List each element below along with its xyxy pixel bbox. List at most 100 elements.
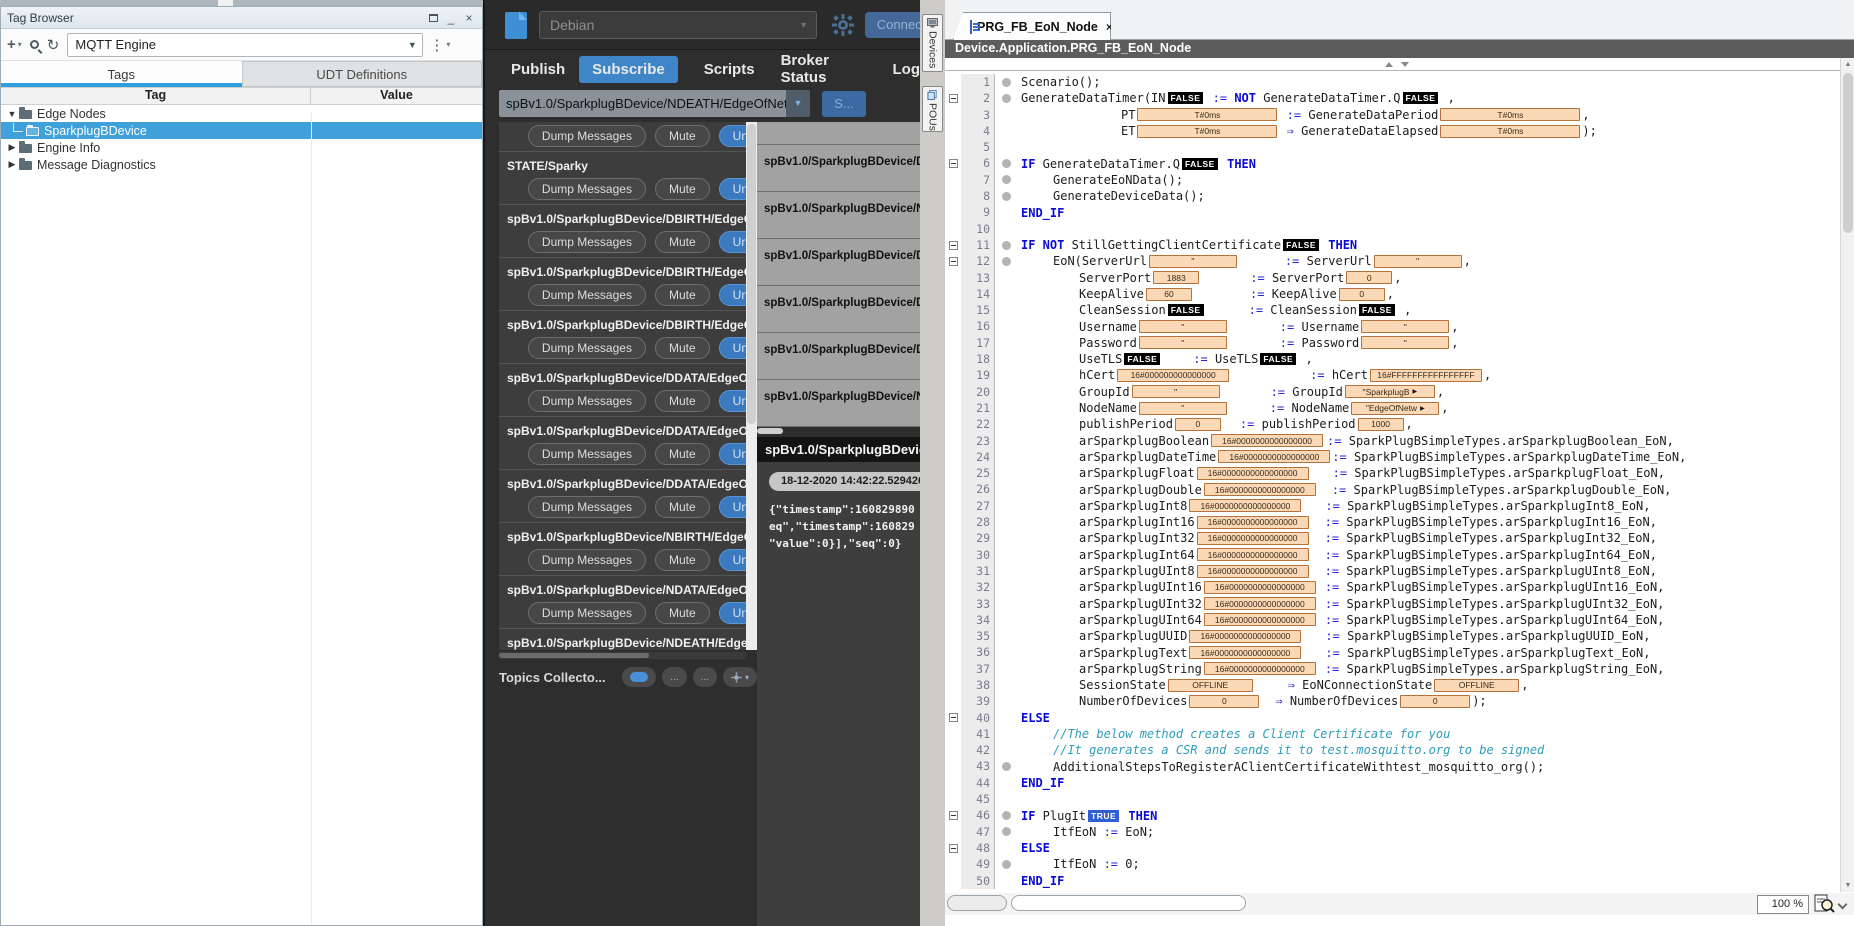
- code-line[interactable]: 44END_IF: [945, 775, 1840, 791]
- code-area[interactable]: 1Scenario();2GenerateDataTimer(INFALSE :…: [945, 74, 1840, 892]
- mqtt-tab-publish[interactable]: Publish: [511, 61, 565, 78]
- code-line[interactable]: 25arSparkplugFloat16#0000000000000000:= …: [945, 465, 1840, 481]
- expand-value-icon[interactable]: ▶: [1420, 405, 1425, 412]
- message-row[interactable]: spBv1.0/SparkplugBDevice/DDAT: [757, 239, 920, 286]
- dump-button[interactable]: Dump Messages: [528, 496, 646, 518]
- subscription-row[interactable]: spBv1.0/SparkplugBDevice/NBIRTH/EdgeOfNe…: [499, 523, 746, 576]
- topic-combo[interactable]: spBv1.0/SparkplugBDevice/NDEATH/EdgeOfNe…: [499, 90, 810, 117]
- add-tag-button[interactable]: +▾: [7, 36, 22, 53]
- subscription-row[interactable]: spBv1.0/SparkplugBDevice/DBIRTH/EdgeOfNe…: [499, 205, 746, 258]
- unsub-button[interactable]: Uns: [719, 602, 746, 624]
- selected-message-header[interactable]: spBv1.0/SparkplugBDevice.: [757, 437, 920, 462]
- dump-button[interactable]: Dump Messages: [528, 602, 646, 624]
- unsub-button[interactable]: Uns: [719, 231, 746, 253]
- code-line[interactable]: 50END_IF: [945, 873, 1840, 889]
- execution-point-icon[interactable]: [1002, 257, 1011, 266]
- subscription-scrollbar[interactable]: [746, 122, 757, 650]
- subscription-row[interactable]: STATE/SparkyDump MessagesMuteUns: [499, 152, 746, 205]
- tab-tags[interactable]: Tags: [1, 61, 242, 87]
- execution-point-icon[interactable]: [1002, 811, 1011, 820]
- dump-button[interactable]: Dump Messages: [528, 231, 646, 253]
- mute-button[interactable]: Mute: [655, 496, 710, 518]
- code-line[interactable]: 41//The below method creates a Client Ce…: [945, 726, 1840, 742]
- dump-button[interactable]: Dump Messages: [528, 125, 646, 147]
- code-line[interactable]: 46IF PlugItTRUE THEN: [945, 807, 1840, 823]
- unsub-button[interactable]: Uns: [719, 390, 746, 412]
- hscrollbar-thumb[interactable]: [947, 895, 1007, 911]
- column-header-tag[interactable]: Tag: [1, 88, 311, 104]
- mute-button[interactable]: Mute: [655, 337, 710, 359]
- mqtt-tab-log[interactable]: Log: [893, 61, 921, 78]
- subscription-row[interactable]: spBv1.0/SparkplugBDevice/DDATA/EdgeOfNet…: [499, 364, 746, 417]
- mute-button[interactable]: Mute: [655, 231, 710, 253]
- close-tab-icon[interactable]: ×: [1106, 20, 1113, 34]
- messages-hscroll-thumb[interactable]: [757, 428, 783, 434]
- dump-button[interactable]: Dump Messages: [528, 337, 646, 359]
- unsub-button[interactable]: Uns: [719, 496, 746, 518]
- broker-profile-combo[interactable]: Debian ▼: [539, 11, 817, 39]
- mqtt-tab-scripts[interactable]: Scripts: [704, 61, 755, 78]
- tree-row-edge-nodes[interactable]: ▼Edge Nodes: [1, 105, 482, 122]
- subscription-row[interactable]: spBv1.0/SparkplugBDevice/DBIRTH/EdgeOfNe…: [499, 258, 746, 311]
- expand-value-icon[interactable]: ▶: [1413, 388, 1418, 395]
- code-line[interactable]: 13ServerPort1883:= ServerPort0,: [945, 270, 1840, 286]
- dump-button[interactable]: Dump Messages: [528, 178, 646, 200]
- code-line[interactable]: 1Scenario();: [945, 74, 1840, 90]
- code-line[interactable]: 32arSparkplugUInt1616#0000000000000000:=…: [945, 579, 1840, 595]
- collector-more-button[interactable]: ...: [662, 667, 686, 687]
- mute-button[interactable]: Mute: [655, 125, 710, 147]
- collector-more-button-2[interactable]: ...: [693, 667, 717, 687]
- message-row[interactable]: spBv1.0/SparkplugBDevice/DDAT: [757, 286, 920, 333]
- unsub-button[interactable]: Uns: [719, 337, 746, 359]
- zoom-level-box[interactable]: 100 %: [1757, 895, 1809, 914]
- code-line[interactable]: 15CleanSessionFALSE:= CleanSessionFALSE …: [945, 302, 1840, 318]
- code-line[interactable]: 11IF NOT StillGettingClientCertificateFA…: [945, 237, 1840, 253]
- search-icon[interactable]: [30, 40, 39, 49]
- subscription-row[interactable]: spBv1.0/SparkplugBDevice/DBIRTH/EdgeOfNe…: [499, 122, 746, 152]
- code-line[interactable]: 48ELSE: [945, 840, 1840, 856]
- code-line[interactable]: 35arSparkplugUUID16#0000000000000000:= S…: [945, 628, 1840, 644]
- mqtt-tab-broker-status[interactable]: Broker Status: [781, 52, 867, 86]
- mute-button[interactable]: Mute: [655, 602, 710, 624]
- expander-open-icon[interactable]: ▼: [5, 109, 19, 119]
- tag-browser-titlebar[interactable]: Tag Browser _ ×: [1, 7, 482, 29]
- code-line[interactable]: 4ETT#0ms ⇒ GenerateDataElapsedT#0ms);: [945, 123, 1840, 139]
- expander-closed-icon[interactable]: ▶: [5, 159, 19, 170]
- tab-udt-definitions[interactable]: UDT Definitions: [242, 61, 483, 87]
- column-divider[interactable]: [311, 113, 312, 925]
- execution-point-icon[interactable]: [1002, 241, 1011, 250]
- fold-collapse-icon[interactable]: [949, 159, 958, 168]
- expander-closed-icon[interactable]: ▶: [5, 142, 19, 153]
- code-line[interactable]: 5: [945, 139, 1840, 155]
- subscription-row[interactable]: spBv1.0/SparkplugBDevice/NDATA/EdgeOfNet…: [499, 576, 746, 629]
- scrollbar-thumb[interactable]: [1843, 73, 1853, 233]
- code-line[interactable]: 42//It generates a CSR and sends it to t…: [945, 742, 1840, 758]
- dump-button[interactable]: Dump Messages: [528, 443, 646, 465]
- code-line[interactable]: 7GenerateEoNData();: [945, 172, 1840, 188]
- code-line[interactable]: 47ItfEoN := EoN;: [945, 824, 1840, 840]
- zoom-caret-icon[interactable]: [1838, 900, 1848, 910]
- collector-settings-button[interactable]: ▾: [723, 667, 757, 687]
- fold-collapse-icon[interactable]: [949, 241, 958, 250]
- connect-button[interactable]: Connect: [865, 12, 920, 38]
- minimize-icon[interactable]: _: [444, 11, 458, 25]
- execution-point-icon[interactable]: [1002, 860, 1011, 869]
- unsub-button[interactable]: Uns: [719, 125, 746, 147]
- message-row[interactable]: spBv1.0/SparkplugBDevice/NDEA: [757, 380, 920, 427]
- code-line[interactable]: 34arSparkplugUInt6416#0000000000000000:=…: [945, 612, 1840, 628]
- code-line[interactable]: 3PTT#0ms := GenerateDataPeriodT#0ms,: [945, 107, 1840, 123]
- subscription-row[interactable]: spBv1.0/SparkplugBDevice/DBIRTH/EdgeOfNe…: [499, 311, 746, 364]
- code-line[interactable]: 33arSparkplugUInt3216#0000000000000000:=…: [945, 596, 1840, 612]
- message-row[interactable]: spBv1.0/SparkplugBDevice/DDAT: [757, 333, 920, 380]
- code-line[interactable]: 10: [945, 221, 1840, 237]
- collector-toggle[interactable]: [622, 667, 656, 687]
- mqtt-tab-subscribe[interactable]: Subscribe: [579, 56, 678, 83]
- fold-collapse-icon[interactable]: [949, 94, 958, 103]
- tree-row-engine-info[interactable]: ▶Engine Info: [1, 139, 482, 156]
- code-line[interactable]: 19hCert16#000000000000000:= hCert16#FFFF…: [945, 367, 1840, 383]
- close-icon[interactable]: ×: [462, 11, 476, 25]
- subscription-row[interactable]: spBv1.0/SparkplugBDevice/NDEATH/EdgeOfNe…: [499, 629, 746, 650]
- code-line[interactable]: 27arSparkplugInt816#0000000000000000:= S…: [945, 498, 1840, 514]
- message-row[interactable]: spBv1.0/SparkplugBDevice/NDAT: [757, 192, 920, 239]
- profile-file-icon[interactable]: [505, 12, 527, 39]
